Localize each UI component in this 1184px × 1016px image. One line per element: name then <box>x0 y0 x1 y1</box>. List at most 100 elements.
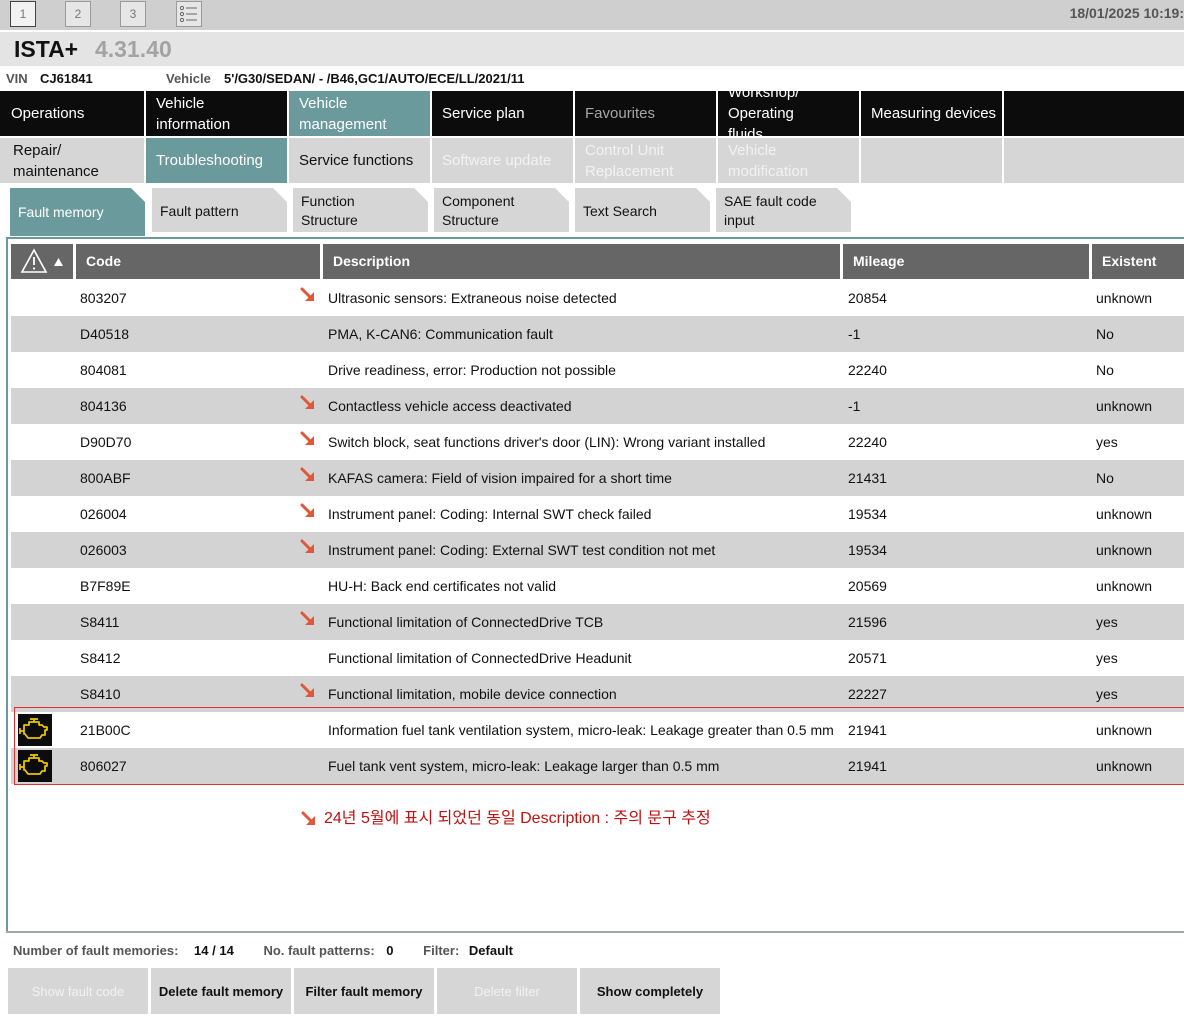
fault-code: 803207 <box>80 290 127 306</box>
table-row[interactable]: S8412 Functional limitation of ConnectedD… <box>11 640 1184 676</box>
show-fault-code-button[interactable]: Show fault code <box>8 968 148 1014</box>
arrow-icon <box>299 286 317 304</box>
fault-mileage: 20571 <box>848 650 887 666</box>
tab-label: Service functions <box>299 152 414 169</box>
tab-troubleshooting[interactable]: Troubleshooting <box>146 138 287 183</box>
column-header-code[interactable]: Code <box>73 244 320 279</box>
tab-label: Vehicle information <box>156 94 231 133</box>
status-bar: Number of fault memories: 14 / 14 No. fa… <box>13 943 513 958</box>
tab-service-plan[interactable]: Service plan <box>432 91 573 136</box>
fault-mileage: 19534 <box>848 542 887 558</box>
tab-vehicle-management[interactable]: Vehicle management <box>289 91 430 136</box>
filter-value: Default <box>468 943 513 958</box>
tab-control-unit-replacement[interactable]: Control Unit Replacement <box>575 138 716 183</box>
tab-label: Control Unit Replacement <box>585 141 674 180</box>
fault-mileage: -1 <box>848 326 861 342</box>
fault-mileage: 22240 <box>848 434 887 450</box>
subtab-fault-pattern[interactable]: Fault pattern <box>152 188 287 232</box>
tab-service-functions[interactable]: Service functions <box>289 138 430 183</box>
tab-label: Vehicle modification <box>728 141 809 180</box>
vin-value: CJ61841 <box>40 71 93 86</box>
table-row[interactable]: S8411 Functional limitation of ConnectedD… <box>11 604 1184 640</box>
tab-favourites[interactable]: Favourites <box>575 91 716 136</box>
tab-measuring-devices[interactable]: Measuring devices <box>861 91 1002 136</box>
table-row[interactable]: 804136 Contactless vehicle access deactiv… <box>11 388 1184 424</box>
screen-2-button[interactable]: 2 <box>65 1 91 27</box>
fault-mileage: 22240 <box>848 362 887 378</box>
arrow-icon <box>299 610 317 628</box>
fault-existent: yes <box>1096 614 1118 630</box>
fault-mileage: 20569 <box>848 578 887 594</box>
subtab-label: SAE fault code input <box>724 193 817 228</box>
table-row[interactable]: 026004 Instrument panel: Coding: Internal… <box>11 496 1184 532</box>
fault-description: Switch block, seat functions driver's do… <box>328 434 766 450</box>
table-row[interactable]: D90D70 Switch block, seat functions drive… <box>11 424 1184 460</box>
subtab-fault-memory[interactable]: Fault memory <box>10 188 145 236</box>
annotation-note: 24년 5월에 표시 되었던 동일 Description : 주의 문구 추정 <box>300 804 711 828</box>
fault-description: Instrument panel: Coding: Internal SWT c… <box>328 506 652 522</box>
vehicle-value: 5'/G30/SEDAN/ - /B46,GC1/AUTO/ECE/LL/202… <box>224 71 525 86</box>
fault-description: Ultrasonic sensors: Extraneous noise det… <box>328 290 617 306</box>
table-row[interactable]: D40518 PMA, K-CAN6: Communication fault -1… <box>11 316 1184 352</box>
filter-fault-memory-button[interactable]: Filter fault memory <box>294 968 434 1014</box>
fault-description: Functional limitation of ConnectedDrive … <box>328 650 632 666</box>
delete-fault-memory-button[interactable]: Delete fault memory <box>151 968 291 1014</box>
tab-label: Repair/ maintenance <box>13 141 99 180</box>
highlight-box <box>14 707 1184 785</box>
fault-mileage: 21431 <box>848 470 887 486</box>
fault-code: 804081 <box>80 362 127 378</box>
arrow-icon <box>299 394 317 412</box>
screen-1-button[interactable]: 1 <box>10 1 36 27</box>
tab-workshop-operating-fluids[interactable]: Workshop/ Operating fluids <box>718 84 859 143</box>
tab-label: Measuring devices <box>871 105 997 122</box>
table-row[interactable]: 804081 Drive readiness, error: Production… <box>11 352 1184 388</box>
fault-description: PMA, K-CAN6: Communication fault <box>328 326 553 342</box>
tab-label: Service plan <box>442 105 525 122</box>
arrow-icon <box>299 502 317 520</box>
delete-filter-button[interactable]: Delete filter <box>437 968 577 1014</box>
vehicle-info-row: VIN CJ61841 Vehicle 5'/G30/SEDAN/ - /B46… <box>0 66 1184 91</box>
fault-code: D90D70 <box>80 434 132 450</box>
fault-code: B7F89E <box>80 578 131 594</box>
fault-code: D40518 <box>80 326 130 342</box>
tab-software-update[interactable]: Software update <box>432 138 573 183</box>
fault-mileage: 19534 <box>848 506 887 522</box>
tab-vehicle-modification[interactable]: Vehicle modification <box>718 138 859 183</box>
sort-warning-header[interactable] <box>11 244 73 279</box>
fault-memories-value: 14 / 14 <box>194 943 234 958</box>
column-header-mileage[interactable]: Mileage <box>840 244 1089 279</box>
subtab-text-search[interactable]: Text Search <box>575 188 710 232</box>
column-header-existent[interactable]: Existent <box>1089 244 1184 279</box>
fault-existent: unknown <box>1096 506 1153 522</box>
tab-label: Workshop/ Operating fluids <box>728 84 800 143</box>
list-icon[interactable] <box>176 1 202 27</box>
table-row[interactable]: 803207 Ultrasonic sensors: Extraneous noi… <box>11 280 1184 316</box>
table-header: Code Description Mileage Existent <box>11 244 1184 279</box>
table-row[interactable]: 800ABF KAFAS camera: Field of vision impa… <box>11 460 1184 496</box>
subtab-label: Text Search <box>583 203 657 219</box>
screen-3-button[interactable]: 3 <box>120 1 146 27</box>
fault-existent: No <box>1096 326 1114 342</box>
column-header-description[interactable]: Description <box>320 244 840 279</box>
fault-mileage: -1 <box>848 398 861 414</box>
fault-code: S8412 <box>80 650 121 666</box>
subtab-component-structure[interactable]: Component Structure <box>434 188 569 232</box>
fault-existent: unknown <box>1096 398 1153 414</box>
table-row[interactable]: B7F89E HU-H: Back end certificates not va… <box>11 568 1184 604</box>
fault-description: Functional limitation of ConnectedDrive … <box>328 614 604 630</box>
table-row[interactable]: 026003 Instrument panel: Coding: External… <box>11 532 1184 568</box>
tab-vehicle-information[interactable]: Vehicle information <box>146 91 287 136</box>
fault-description: HU-H: Back end certificates not valid <box>328 578 556 594</box>
fault-existent: yes <box>1096 650 1118 666</box>
subtab-sae-fault-code-input[interactable]: SAE fault code input <box>716 188 851 232</box>
tab-repair-maintenance[interactable]: Repair/ maintenance <box>0 138 144 183</box>
title-bar <box>0 32 1184 66</box>
fault-memories-label: Number of fault memories: <box>13 943 179 958</box>
fault-existent: No <box>1096 362 1114 378</box>
fault-existent: unknown <box>1096 290 1153 306</box>
tab-operations[interactable]: Operations <box>0 91 144 136</box>
tab-empty <box>861 138 1002 183</box>
subtab-function-structure[interactable]: Function Structure <box>293 188 428 232</box>
tab-label: Favourites <box>585 105 656 122</box>
show-completely-button[interactable]: Show completely <box>580 968 720 1014</box>
